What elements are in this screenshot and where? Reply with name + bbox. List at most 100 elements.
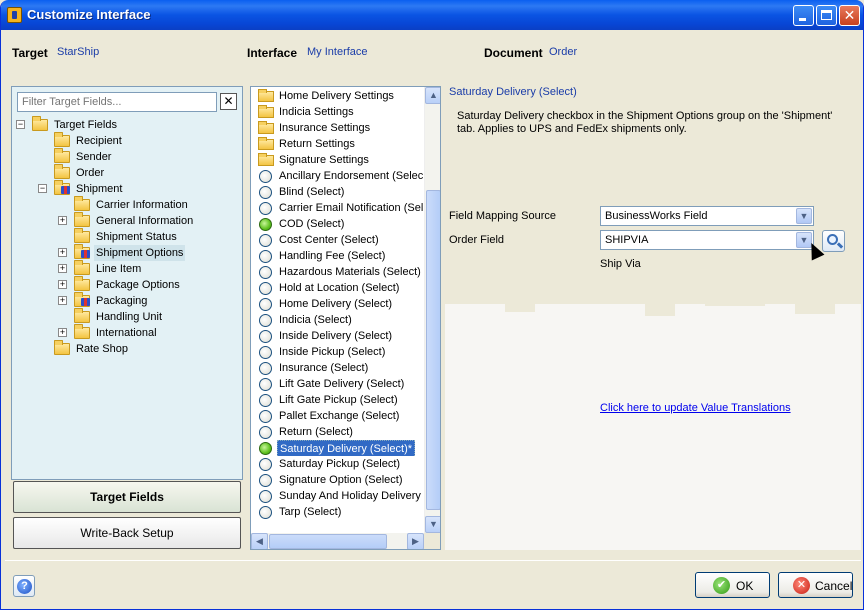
list-item[interactable]: Blind (Select) (257, 184, 423, 200)
tree-item[interactable]: Order (40, 164, 240, 181)
tree-item[interactable]: − Shipment (38, 180, 240, 197)
tree-item[interactable]: Sender (40, 148, 240, 165)
close-button[interactable]: ✕ (839, 5, 860, 26)
vertical-scrollbar[interactable]: ▲ ▼ (424, 87, 440, 533)
minimize-button[interactable] (793, 5, 814, 26)
folder-icon (74, 276, 90, 291)
list-item-label: Hazardous Materials (Select) (279, 266, 421, 278)
list-item[interactable]: Return (Select) (257, 424, 423, 440)
list-item[interactable]: Indicia (Select) (257, 312, 423, 328)
expand-icon[interactable]: + (58, 328, 67, 337)
list-item[interactable]: Home Delivery Settings (257, 88, 423, 104)
list-item[interactable]: Signature Settings (257, 152, 423, 168)
list-item[interactable]: Home Delivery (Select) (257, 296, 423, 312)
folder-icon (54, 164, 70, 179)
filter-target-fields-input[interactable] (17, 92, 217, 112)
expand-icon[interactable]: + (58, 216, 67, 225)
tree-item-label: International (96, 327, 157, 339)
vertical-scroll-thumb[interactable] (426, 190, 440, 510)
radio-icon (259, 330, 272, 343)
list-item[interactable]: Hazardous Materials (Select) (257, 264, 423, 280)
list-item[interactable]: Cost Center (Select) (257, 232, 423, 248)
lookup-button[interactable] (822, 230, 845, 252)
ok-button[interactable]: ✔ OK (695, 572, 770, 598)
radio-icon (259, 234, 272, 247)
cancel-button[interactable]: ✕ Cancel (778, 572, 853, 598)
tree-item[interactable]: + Packaging (58, 292, 240, 309)
list-item[interactable]: Carrier Email Notification (Selec (257, 200, 423, 216)
tree-item-label: Carrier Information (96, 199, 188, 211)
folder-icon (74, 228, 90, 243)
collapse-icon[interactable]: − (38, 184, 47, 193)
tree-item[interactable]: Rate Shop (40, 340, 240, 357)
field-mapping-source-select[interactable]: BusinessWorks Field ▼ (600, 206, 814, 226)
scroll-up-icon[interactable]: ▲ (425, 87, 440, 104)
radio-icon (259, 378, 272, 391)
list-item[interactable]: Pallet Exchange (Select) (257, 408, 423, 424)
title-bar[interactable]: Customize Interface ✕ (1, 0, 863, 30)
list-item[interactable]: Inside Pickup (Select) (257, 344, 423, 360)
list-item[interactable]: Sunday And Holiday Delivery (S (257, 488, 423, 504)
scroll-left-icon[interactable]: ◀ (251, 533, 268, 549)
list-item-label: Signature Option (Select) (279, 474, 403, 486)
tree-item[interactable]: + General Information (58, 212, 240, 229)
target-fields-nav-button[interactable]: Target Fields (13, 481, 241, 513)
list-item[interactable]: Indicia Settings (257, 104, 423, 120)
chevron-down-icon[interactable]: ▼ (796, 208, 812, 224)
list-item[interactable]: COD (Select) (257, 216, 423, 232)
tree-item[interactable]: Recipient (40, 132, 240, 149)
radio-icon (259, 202, 272, 215)
list-item[interactable]: Tarp (Select) (257, 504, 423, 520)
maximize-button[interactable] (816, 5, 837, 26)
tree-item[interactable]: − Target Fields (16, 116, 240, 133)
tree-item-label: General Information (96, 215, 194, 227)
expand-icon[interactable]: + (58, 248, 67, 257)
folder-icon (74, 324, 90, 339)
list-item-label: Indicia Settings (279, 106, 354, 118)
collapse-icon[interactable]: − (16, 120, 25, 129)
clear-filter-icon[interactable]: ✕ (220, 93, 237, 110)
tree-item[interactable]: Carrier Information (60, 196, 240, 213)
list-item[interactable]: Insurance Settings (257, 120, 423, 136)
help-icon: ? (17, 579, 32, 594)
update-value-translations-link[interactable]: Click here to update Value Translations (600, 402, 791, 414)
scroll-right-icon[interactable]: ▶ (407, 533, 424, 549)
write-back-setup-nav-button[interactable]: Write-Back Setup (13, 517, 241, 549)
radio-icon (259, 266, 272, 279)
horizontal-scrollbar[interactable]: ◀ ▶ (251, 533, 424, 549)
order-field-select[interactable]: SHIPVIA ▼ (600, 230, 814, 250)
tree-item[interactable]: Shipment Status (60, 228, 240, 245)
expand-icon[interactable]: + (58, 296, 67, 305)
list-item[interactable]: Hold at Location (Select) (257, 280, 423, 296)
list-item[interactable]: Return Settings (257, 136, 423, 152)
tree-item[interactable]: + International (58, 324, 240, 341)
expand-icon[interactable]: + (58, 280, 67, 289)
list-item[interactable]: Saturday Delivery (Select)* (257, 440, 423, 456)
list-item[interactable]: Signature Option (Select) (257, 472, 423, 488)
help-button[interactable]: ? (13, 575, 35, 597)
scrollbar-corner (424, 533, 440, 549)
list-item[interactable]: Saturday Pickup (Select) (257, 456, 423, 472)
list-item[interactable]: Lift Gate Pickup (Select) (257, 392, 423, 408)
tree-item[interactable]: + Package Options (58, 276, 240, 293)
expand-icon[interactable]: + (58, 264, 67, 273)
folder-icon (258, 105, 274, 118)
scroll-down-icon[interactable]: ▼ (425, 516, 440, 533)
order-field-value: SHIPVIA (605, 234, 649, 246)
list-item[interactable]: Inside Delivery (Select) (257, 328, 423, 344)
list-item[interactable]: Handling Fee (Select) (257, 248, 423, 264)
target-value: StarShip (57, 46, 100, 58)
list-item[interactable]: Ancillary Endorsement (Select) (257, 168, 423, 184)
horizontal-scroll-thumb[interactable] (269, 534, 387, 549)
field-mapping-source-label: Field Mapping Source (449, 210, 557, 222)
tree-item-label: Package Options (96, 279, 180, 291)
list-item-label: Inside Delivery (Select) (279, 330, 393, 342)
tree-item[interactable]: + Line Item (58, 260, 240, 277)
list-item[interactable]: Lift Gate Delivery (Select) (257, 376, 423, 392)
list-item-label: Ancillary Endorsement (Select) (279, 170, 423, 182)
radio-icon (259, 474, 272, 487)
tree-item[interactable]: Handling Unit (60, 308, 240, 325)
window-title: Customize Interface (27, 7, 151, 22)
list-item[interactable]: Insurance (Select) (257, 360, 423, 376)
tree-item[interactable]: + Shipment Options (58, 244, 240, 261)
